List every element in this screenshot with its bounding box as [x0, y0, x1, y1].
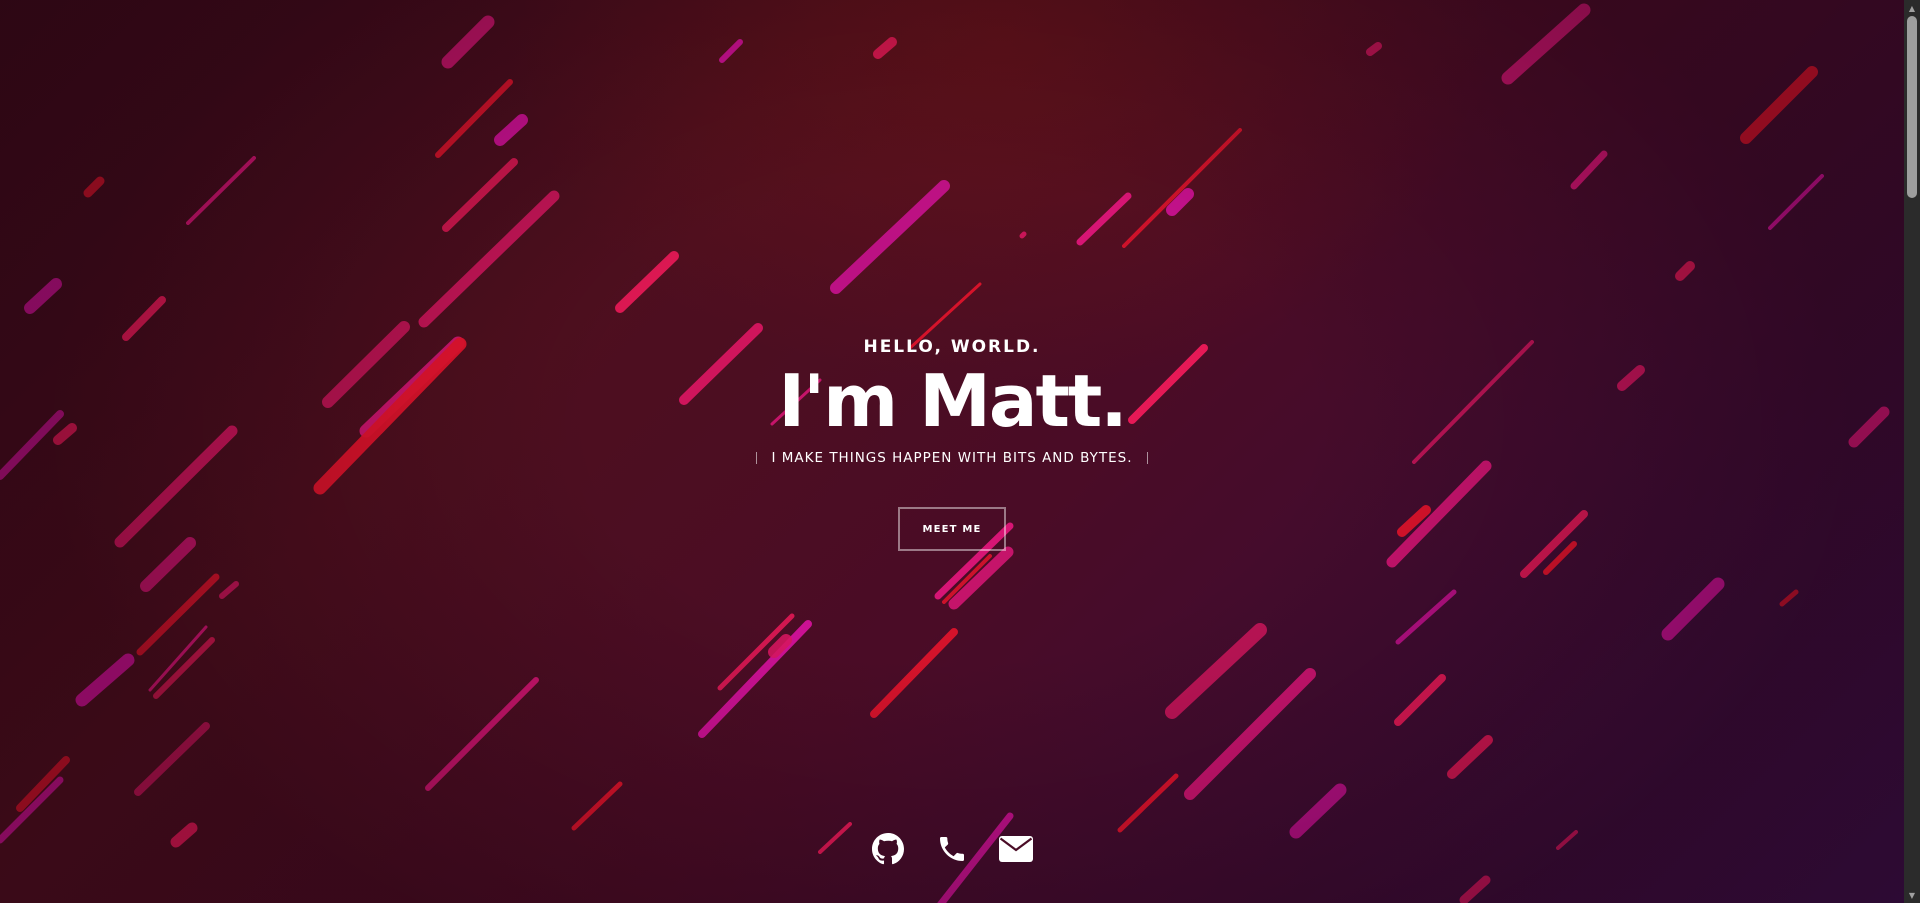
background-streak [1661, 577, 1725, 641]
background-streak [1779, 589, 1799, 607]
background-streak [75, 653, 135, 707]
background-streak [615, 251, 679, 313]
hero-content: HELLO, WORLD. I'm Matt. I MAKE THINGS HA… [0, 335, 1904, 551]
background-streak [698, 620, 812, 738]
github-link[interactable] [871, 832, 905, 866]
background-streak [870, 628, 958, 718]
background-streak [83, 176, 105, 198]
background-streak [418, 190, 560, 328]
hero-tagline-row: I MAKE THINGS HAPPEN WITH BITS AND BYTES… [0, 447, 1904, 469]
background-streak [1740, 66, 1818, 144]
background-streak [1019, 231, 1027, 239]
background-streak [442, 158, 518, 232]
email-link[interactable] [999, 832, 1033, 866]
phone-link[interactable] [935, 832, 969, 866]
tagline-divider-right [1146, 452, 1148, 464]
background-streak [1459, 875, 1491, 903]
background-streak [153, 637, 215, 699]
hero-name: I'm Matt. [778, 359, 1127, 443]
background-streak [1184, 668, 1316, 800]
background-streak [425, 677, 539, 791]
background-streak [1122, 128, 1242, 248]
background-streak [1768, 174, 1824, 230]
background-streak [873, 37, 897, 59]
vertical-scrollbar[interactable]: ▲ ▼ [1904, 0, 1920, 903]
hero-greeting: HELLO, WORLD. [863, 337, 1041, 357]
background-streak [494, 114, 528, 146]
background-streak [1366, 42, 1382, 56]
background-streak [830, 180, 950, 294]
background-streak [122, 296, 166, 341]
background-streak [1395, 589, 1457, 645]
background-streak [1675, 261, 1695, 281]
scroll-up-arrow-icon[interactable]: ▲ [1904, 0, 1920, 16]
background-streak [1394, 674, 1446, 726]
background-streak [1289, 783, 1347, 839]
scrollbar-thumb[interactable] [1907, 16, 1917, 198]
github-icon [872, 833, 904, 865]
scroll-down-arrow-icon[interactable]: ▼ [1904, 887, 1920, 903]
background-streak [1076, 192, 1132, 246]
meet-me-button[interactable]: MEET ME [898, 507, 1006, 551]
background-streak [0, 776, 64, 844]
hero-background: HELLO, WORLD. I'm Matt. I MAKE THINGS HA… [0, 0, 1904, 903]
background-streak [1117, 773, 1179, 833]
background-streak [24, 278, 62, 314]
background-streak [768, 634, 792, 658]
background-streak [719, 39, 743, 63]
social-links [0, 832, 1904, 866]
phone-icon [940, 837, 964, 861]
background-streak [1165, 623, 1267, 719]
page: HELLO, WORLD. I'm Matt. I MAKE THINGS HA… [0, 0, 1920, 903]
background-streak [948, 546, 1014, 610]
envelope-icon [999, 836, 1033, 862]
background-streak [186, 156, 256, 225]
background-streak [219, 581, 239, 599]
background-streak [134, 722, 210, 796]
background-streak [1570, 150, 1608, 190]
background-streak [571, 781, 623, 831]
background-streak [441, 15, 495, 69]
hero-tagline: I MAKE THINGS HAPPEN WITH BITS AND BYTES… [771, 450, 1133, 466]
cta-wrapper: MEET ME [0, 507, 1904, 551]
tagline-divider-left [756, 452, 758, 464]
background-streak [1447, 735, 1493, 779]
background-streak [1501, 3, 1591, 85]
